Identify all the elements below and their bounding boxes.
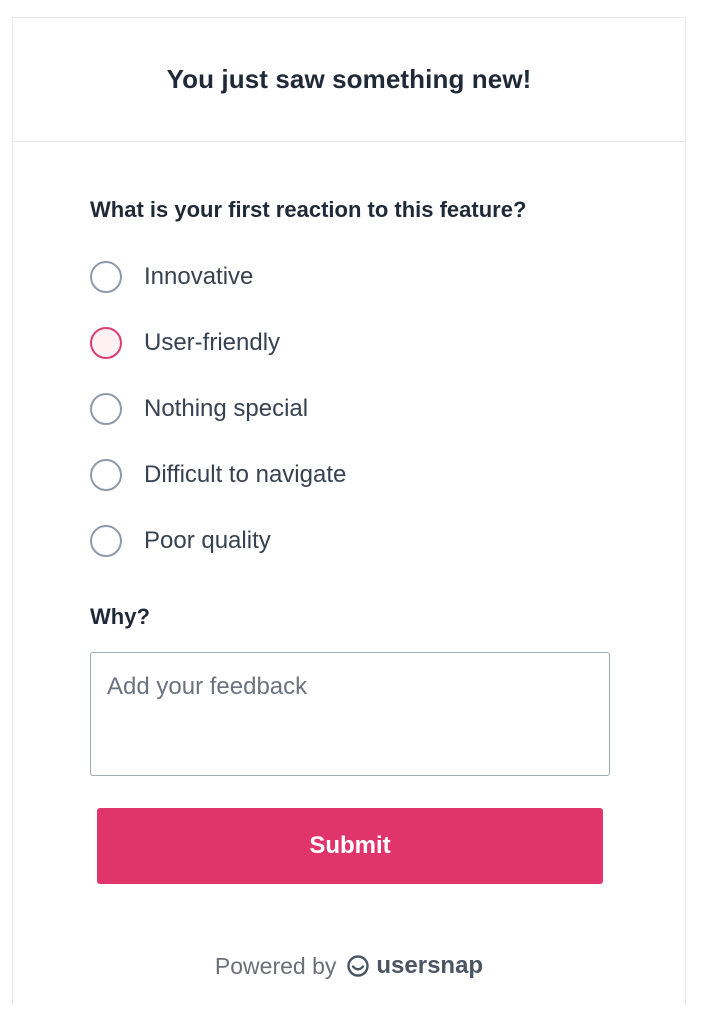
option-poor-quality[interactable]: Poor quality — [90, 508, 608, 574]
widget-header: You just saw something new! — [13, 18, 685, 142]
usersnap-logo-icon — [346, 954, 370, 978]
option-user-friendly[interactable]: User-friendly — [90, 310, 608, 376]
submit-button[interactable]: Submit — [97, 808, 603, 884]
radio-button[interactable] — [90, 393, 122, 425]
question-label: What is your first reaction to this feat… — [90, 197, 527, 222]
powered-by-text: Powered by — [214, 952, 337, 979]
radio-button[interactable] — [90, 459, 122, 491]
why-label: Why? — [90, 604, 150, 629]
option-label: Innovative — [144, 263, 254, 290]
option-label: Difficult to navigate — [144, 461, 347, 488]
brand-name[interactable]: usersnap — [376, 952, 483, 980]
radio-button[interactable] — [90, 261, 122, 293]
option-innovative[interactable]: Innovative — [90, 244, 608, 310]
powered-by-footer: Powered by usersnap — [13, 952, 685, 980]
feedback-widget: You just saw something new! What is your… — [12, 17, 686, 1004]
option-label: Nothing special — [144, 395, 309, 422]
survey-content: What is your first reaction to this feat… — [13, 197, 685, 884]
option-difficult-to-navigate[interactable]: Difficult to navigate — [90, 442, 608, 508]
option-label: Poor quality — [144, 527, 271, 554]
reaction-options: Innovative User-friendly Nothing special… — [90, 244, 608, 574]
widget-title: You just saw something new! — [166, 64, 532, 94]
radio-button[interactable] — [90, 327, 122, 359]
option-label: User-friendly — [144, 329, 281, 356]
feedback-textarea[interactable] — [90, 652, 610, 776]
radio-button[interactable] — [90, 525, 122, 557]
option-nothing-special[interactable]: Nothing special — [90, 376, 608, 442]
